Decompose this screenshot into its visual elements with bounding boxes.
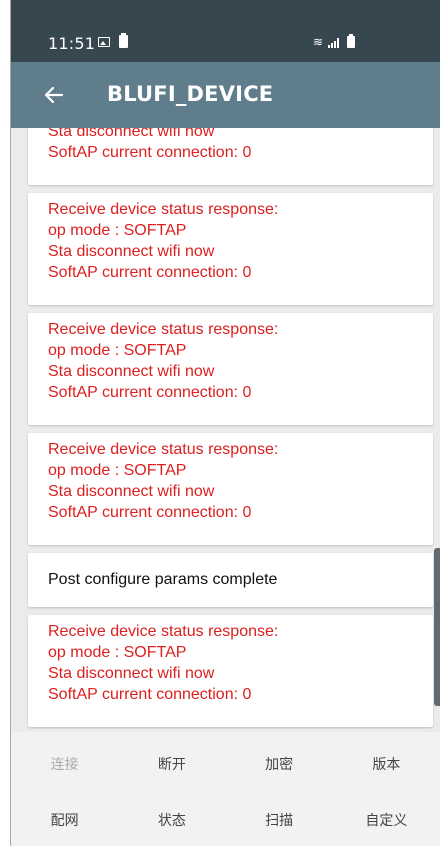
log-line: Receive device status response:: [48, 441, 279, 458]
log-line: Sta disconnect wifi now: [48, 243, 215, 260]
log-line: SoftAP current connection: 0: [48, 504, 252, 521]
log-card: Sta disconnect wifi now SoftAP current c…: [28, 128, 433, 185]
battery-notification-icon: [119, 33, 128, 48]
back-button[interactable]: [39, 80, 69, 110]
log-line: SoftAP current connection: 0: [48, 384, 252, 401]
toolbar-row: 连接 断开 加密 版本: [11, 744, 440, 784]
log-line: Receive device status response:: [48, 201, 279, 218]
custom-button[interactable]: 自定义: [333, 800, 440, 840]
log-line: SoftAP current connection: 0: [48, 264, 252, 281]
scrollbar-thumb[interactable]: [434, 548, 440, 706]
configure-network-button[interactable]: 配网: [11, 800, 118, 840]
log-line: Receive device status response:: [48, 623, 279, 640]
encrypt-button[interactable]: 加密: [226, 744, 333, 784]
log-line: Receive device status response:: [48, 321, 279, 338]
log-list[interactable]: Sta disconnect wifi now SoftAP current c…: [11, 128, 440, 732]
bottom-toolbar: 连接 断开 加密 版本 配网 状态 扫描 自定义: [11, 732, 440, 846]
status-button[interactable]: 状态: [118, 800, 225, 840]
status-bar: 11:51 ≋: [11, 0, 440, 62]
log-card: Receive device status response: op mode …: [28, 433, 433, 545]
log-line: SoftAP current connection: 0: [48, 686, 252, 703]
scan-button[interactable]: 扫描: [226, 800, 333, 840]
battery-icon: [347, 34, 355, 48]
connect-button[interactable]: 连接: [11, 744, 118, 784]
log-line: op mode : SOFTAP: [48, 462, 187, 479]
log-line: Sta disconnect wifi now: [48, 665, 215, 682]
page-title: BLUFI_DEVICE: [107, 82, 274, 106]
log-card: Receive device status response: op mode …: [28, 193, 433, 305]
arrow-left-icon: [44, 86, 64, 104]
gallery-icon: [98, 37, 110, 47]
log-line: Sta disconnect wifi now: [48, 483, 215, 500]
log-line: SoftAP current connection: 0: [48, 144, 252, 161]
log-card: Post configure params complete: [28, 553, 433, 607]
log-card: Receive device status response: op mode …: [28, 615, 433, 727]
wifi-icon: ≋: [313, 35, 324, 49]
disconnect-button[interactable]: 断开: [118, 744, 225, 784]
log-line: op mode : SOFTAP: [48, 644, 187, 661]
status-time: 11:51: [48, 34, 96, 53]
app-bar: BLUFI_DEVICE: [11, 62, 440, 128]
toolbar-row: 配网 状态 扫描 自定义: [11, 800, 440, 840]
log-line: op mode : SOFTAP: [48, 342, 187, 359]
log-line: op mode : SOFTAP: [48, 222, 187, 239]
log-line: Sta disconnect wifi now: [48, 128, 215, 140]
log-line: Post configure params complete: [48, 571, 278, 588]
version-button[interactable]: 版本: [333, 744, 440, 784]
signal-icon: [328, 38, 339, 48]
device-screen: 11:51 ≋ BLUFI_DEVICE Sta disconnect wifi…: [10, 0, 440, 846]
log-line: Sta disconnect wifi now: [48, 363, 215, 380]
log-card: Receive device status response: op mode …: [28, 313, 433, 425]
